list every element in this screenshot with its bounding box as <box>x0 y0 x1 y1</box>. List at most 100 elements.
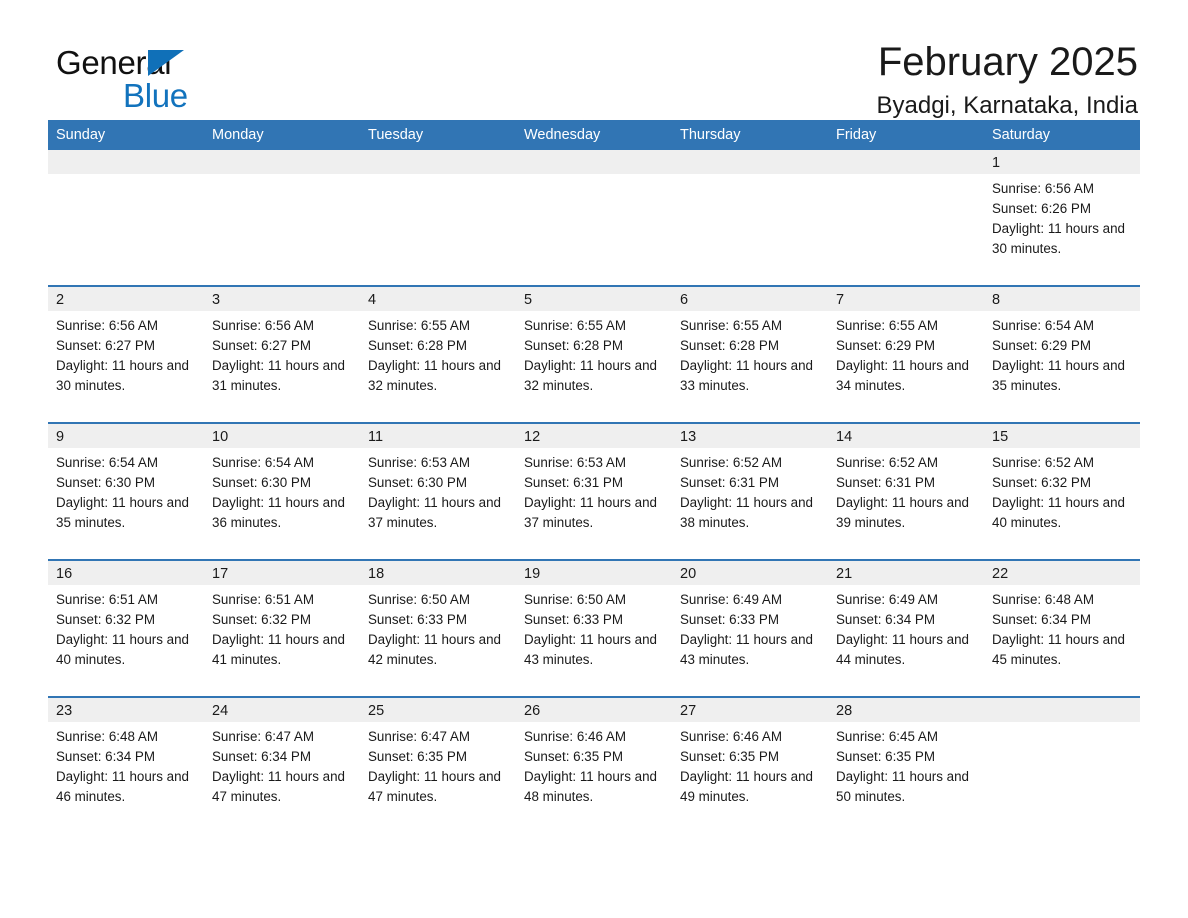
day-number: 6 <box>672 287 828 311</box>
day-cell-content: 10 Sunrise: 6:54 AM Sunset: 6:30 PM Dayligh… <box>204 424 360 559</box>
calendar-day-cell[interactable]: 11 Sunrise: 6:53 AM Sunset: 6:30 PM Dayligh… <box>360 422 516 560</box>
day-number: 14 <box>828 424 984 448</box>
sunset-text: Sunset: 6:29 PM <box>836 338 935 353</box>
day-cell-content <box>828 150 984 285</box>
location-subtitle: Byadgi, Karnataka, India <box>876 92 1138 119</box>
daylight-text: Daylight: 11 hours and 40 minutes. <box>992 495 1125 530</box>
daylight-text: Daylight: 11 hours and 34 minutes. <box>836 358 969 393</box>
calendar-day-cell[interactable]: 27 Sunrise: 6:46 AM Sunset: 6:35 PM Dayligh… <box>672 696 828 833</box>
calendar-day-cell[interactable]: 15 Sunrise: 6:52 AM Sunset: 6:32 PM Dayligh… <box>984 422 1140 560</box>
calendar-day-cell[interactable]: 23 Sunrise: 6:48 AM Sunset: 6:34 PM Dayligh… <box>48 696 204 833</box>
daylight-text: Daylight: 11 hours and 38 minutes. <box>680 495 813 530</box>
sunset-text: Sunset: 6:35 PM <box>836 749 935 764</box>
day-number: 13 <box>672 424 828 448</box>
daylight-text: Daylight: 11 hours and 30 minutes. <box>56 358 189 393</box>
day-header-monday: Monday <box>204 120 360 150</box>
sunrise-text: Sunrise: 6:55 AM <box>524 318 626 333</box>
day-number: 5 <box>516 287 672 311</box>
day-number: 2 <box>48 287 204 311</box>
day-cell-content: 20 Sunrise: 6:49 AM Sunset: 6:33 PM Dayligh… <box>672 561 828 696</box>
day-cell-content: 5 Sunrise: 6:55 AM Sunset: 6:28 PM Daylight… <box>516 287 672 422</box>
sunrise-text: Sunrise: 6:52 AM <box>992 455 1094 470</box>
calendar-day-cell[interactable]: 14 Sunrise: 6:52 AM Sunset: 6:31 PM Dayligh… <box>828 422 984 560</box>
day-header-saturday: Saturday <box>984 120 1140 150</box>
calendar-day-cell[interactable]: 18 Sunrise: 6:50 AM Sunset: 6:33 PM Dayligh… <box>360 559 516 697</box>
calendar-day-cell[interactable]: 24 Sunrise: 6:47 AM Sunset: 6:34 PM Dayligh… <box>204 696 360 833</box>
calendar-day-cell[interactable]: 17 Sunrise: 6:51 AM Sunset: 6:32 PM Dayligh… <box>204 559 360 697</box>
sunset-text: Sunset: 6:28 PM <box>680 338 779 353</box>
day-number: 1 <box>984 150 1140 174</box>
day-details: Sunrise: 6:45 AM Sunset: 6:35 PM Daylight:… <box>828 722 984 807</box>
day-number: 25 <box>360 698 516 722</box>
day-cell-content <box>984 698 1140 833</box>
sunset-text: Sunset: 6:26 PM <box>992 201 1091 216</box>
sunset-text: Sunset: 6:30 PM <box>212 475 311 490</box>
sunset-text: Sunset: 6:33 PM <box>524 612 623 627</box>
day-header-tuesday: Tuesday <box>360 120 516 150</box>
daylight-text: Daylight: 11 hours and 50 minutes. <box>836 769 969 804</box>
calendar-day-cell <box>984 696 1140 833</box>
daylight-text: Daylight: 11 hours and 47 minutes. <box>212 769 345 804</box>
day-details: Sunrise: 6:54 AM Sunset: 6:30 PM Daylight:… <box>204 448 360 533</box>
daylight-text: Daylight: 11 hours and 47 minutes. <box>368 769 501 804</box>
day-details: Sunrise: 6:56 AM Sunset: 6:27 PM Daylight:… <box>48 311 204 396</box>
day-details: Sunrise: 6:51 AM Sunset: 6:32 PM Daylight:… <box>204 585 360 670</box>
day-details: Sunrise: 6:54 AM Sunset: 6:29 PM Daylight:… <box>984 311 1140 396</box>
calendar-day-cell[interactable]: 19 Sunrise: 6:50 AM Sunset: 6:33 PM Dayligh… <box>516 559 672 697</box>
calendar-day-cell[interactable]: 20 Sunrise: 6:49 AM Sunset: 6:33 PM Dayligh… <box>672 559 828 697</box>
day-cell-content <box>672 150 828 285</box>
calendar-day-cell[interactable]: 21 Sunrise: 6:49 AM Sunset: 6:34 PM Dayligh… <box>828 559 984 697</box>
daylight-text: Daylight: 11 hours and 48 minutes. <box>524 769 657 804</box>
daylight-text: Daylight: 11 hours and 37 minutes. <box>368 495 501 530</box>
day-details: Sunrise: 6:56 AM Sunset: 6:27 PM Daylight:… <box>204 311 360 396</box>
day-cell-content: 9 Sunrise: 6:54 AM Sunset: 6:30 PM Daylight… <box>48 424 204 559</box>
calendar-day-cell[interactable]: 2 Sunrise: 6:56 AM Sunset: 6:27 PM Daylight… <box>48 285 204 423</box>
day-details: Sunrise: 6:51 AM Sunset: 6:32 PM Daylight:… <box>48 585 204 670</box>
daylight-text: Daylight: 11 hours and 40 minutes. <box>56 632 189 667</box>
calendar-page: General Blue February 2025 Byadgi, Karna… <box>0 0 1188 918</box>
day-cell-content: 21 Sunrise: 6:49 AM Sunset: 6:34 PM Dayligh… <box>828 561 984 696</box>
calendar-day-cell[interactable]: 8 Sunrise: 6:54 AM Sunset: 6:29 PM Daylight… <box>984 285 1140 423</box>
day-cell-content <box>204 150 360 285</box>
day-number: 22 <box>984 561 1140 585</box>
calendar-day-cell[interactable]: 22 Sunrise: 6:48 AM Sunset: 6:34 PM Dayligh… <box>984 559 1140 697</box>
calendar-day-cell[interactable]: 26 Sunrise: 6:46 AM Sunset: 6:35 PM Dayligh… <box>516 696 672 833</box>
calendar-day-cell[interactable]: 3 Sunrise: 6:56 AM Sunset: 6:27 PM Daylight… <box>204 285 360 423</box>
sunrise-text: Sunrise: 6:51 AM <box>56 592 158 607</box>
sunset-text: Sunset: 6:30 PM <box>56 475 155 490</box>
calendar-day-cell[interactable]: 7 Sunrise: 6:55 AM Sunset: 6:29 PM Daylight… <box>828 285 984 423</box>
calendar-day-cell <box>672 150 828 286</box>
calendar-day-cell[interactable]: 28 Sunrise: 6:45 AM Sunset: 6:35 PM Dayligh… <box>828 696 984 833</box>
calendar-week-row: 9 Sunrise: 6:54 AM Sunset: 6:30 PM Daylight… <box>48 422 1140 560</box>
calendar-day-cell[interactable]: 5 Sunrise: 6:55 AM Sunset: 6:28 PM Daylight… <box>516 285 672 423</box>
day-details: Sunrise: 6:49 AM Sunset: 6:33 PM Daylight:… <box>672 585 828 670</box>
day-number: 9 <box>48 424 204 448</box>
sunset-text: Sunset: 6:34 PM <box>212 749 311 764</box>
calendar-day-cell[interactable]: 25 Sunrise: 6:47 AM Sunset: 6:35 PM Dayligh… <box>360 696 516 833</box>
calendar-day-cell[interactable]: 13 Sunrise: 6:52 AM Sunset: 6:31 PM Dayligh… <box>672 422 828 560</box>
day-cell-content: 12 Sunrise: 6:53 AM Sunset: 6:31 PM Dayligh… <box>516 424 672 559</box>
day-number: 8 <box>984 287 1140 311</box>
sunrise-text: Sunrise: 6:45 AM <box>836 729 938 744</box>
day-cell-content: 3 Sunrise: 6:56 AM Sunset: 6:27 PM Daylight… <box>204 287 360 422</box>
calendar-day-cell[interactable]: 1 Sunrise: 6:56 AM Sunset: 6:26 PM Daylight… <box>984 150 1140 286</box>
calendar-week-row: 23 Sunrise: 6:48 AM Sunset: 6:34 PM Dayligh… <box>48 696 1140 833</box>
day-of-week-header-row: Sunday Monday Tuesday Wednesday Thursday… <box>48 120 1140 150</box>
calendar-day-cell[interactable]: 6 Sunrise: 6:55 AM Sunset: 6:28 PM Daylight… <box>672 285 828 423</box>
day-details: Sunrise: 6:50 AM Sunset: 6:33 PM Daylight:… <box>360 585 516 670</box>
day-details: Sunrise: 6:46 AM Sunset: 6:35 PM Daylight:… <box>672 722 828 807</box>
day-header-thursday: Thursday <box>672 120 828 150</box>
calendar-day-cell[interactable]: 9 Sunrise: 6:54 AM Sunset: 6:30 PM Daylight… <box>48 422 204 560</box>
day-cell-content: 27 Sunrise: 6:46 AM Sunset: 6:35 PM Dayligh… <box>672 698 828 833</box>
day-details: Sunrise: 6:55 AM Sunset: 6:28 PM Daylight:… <box>672 311 828 396</box>
daylight-text: Daylight: 11 hours and 33 minutes. <box>680 358 813 393</box>
calendar-day-cell[interactable]: 10 Sunrise: 6:54 AM Sunset: 6:30 PM Dayligh… <box>204 422 360 560</box>
day-details: Sunrise: 6:52 AM Sunset: 6:31 PM Daylight:… <box>672 448 828 533</box>
page-title: February 2025 <box>877 40 1138 84</box>
calendar-day-cell[interactable]: 4 Sunrise: 6:55 AM Sunset: 6:28 PM Daylight… <box>360 285 516 423</box>
calendar-day-cell[interactable]: 16 Sunrise: 6:51 AM Sunset: 6:32 PM Dayligh… <box>48 559 204 697</box>
logo-text-blue: Blue <box>123 77 188 114</box>
day-details: Sunrise: 6:46 AM Sunset: 6:35 PM Daylight:… <box>516 722 672 807</box>
calendar-day-cell[interactable]: 12 Sunrise: 6:53 AM Sunset: 6:31 PM Dayligh… <box>516 422 672 560</box>
day-number: 12 <box>516 424 672 448</box>
